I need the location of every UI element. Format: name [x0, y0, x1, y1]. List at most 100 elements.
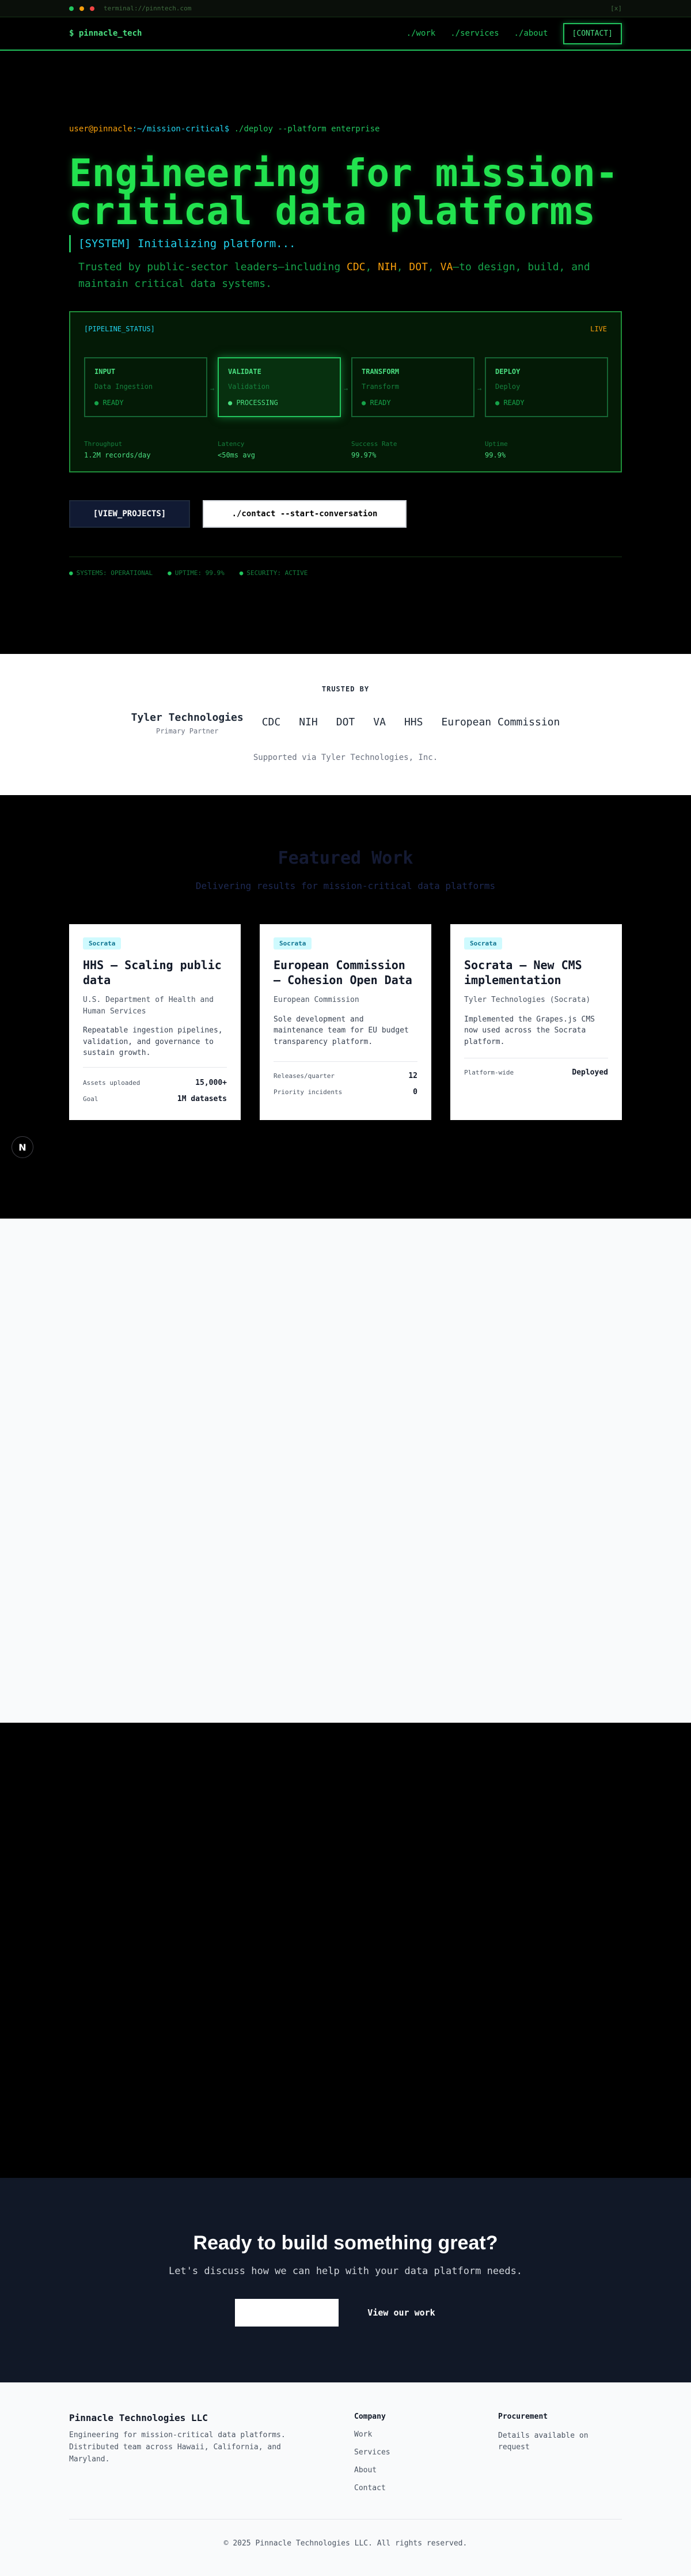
trusted-org: DOT [409, 261, 428, 273]
metric-value: 1.2M records/day [84, 451, 151, 459]
pipeline-stage-input: INPUT Data Ingestion ● READY [84, 357, 207, 417]
project-stat: Releases/quarter 12 [274, 1072, 417, 1080]
project-org: Tyler Technologies (Socrata) [464, 996, 591, 1004]
stage-name: TRANSFORM [362, 368, 400, 376]
cta-subtitle: Let's discuss how we can help with your … [168, 2265, 523, 2277]
procurement-text: Details available on request [498, 2431, 589, 2452]
project-org: European Commission [274, 996, 359, 1004]
metric-label: Success Rate [351, 440, 397, 448]
stat-value: 1M datasets [177, 1095, 227, 1103]
divider [274, 1061, 417, 1062]
pipeline-stage-deploy: DEPLOY Deploy ● READY [485, 357, 608, 417]
hero-trusted-text: Trusted by public-sector leaders—includi… [78, 261, 590, 290]
trusted-heading: TRUSTED BY [321, 685, 370, 693]
terminal-url: terminal://pinntech.com [104, 5, 192, 12]
project-desc: Implemented the Grapes.js CMS now used a… [464, 1015, 595, 1046]
empty-section-light [0, 1219, 691, 1723]
project-title: European Commission — Cohesion Open Data [274, 958, 412, 987]
nav-link-services[interactable]: ./services [450, 29, 499, 38]
contact-button[interactable]: [CONTACT] [563, 22, 622, 44]
prompt-command: ./deploy --platform enterprise [229, 124, 380, 134]
footer-description: Engineering for mission-critical data pl… [69, 2431, 286, 2464]
footer-link-services[interactable]: Services [354, 2448, 390, 2457]
arrow-icon: → [477, 385, 482, 393]
trusted-prefix: Trusted by public-sector leaders—includi… [78, 261, 347, 273]
cta-title: Ready to build something great? [193, 2232, 498, 2254]
metric-uptime: Uptime 99.9% [485, 440, 608, 459]
metric-success-rate: Success Rate 99.97% [351, 440, 474, 459]
stat-label: Assets uploaded [83, 1079, 141, 1087]
empty-section-dark [0, 1723, 691, 2178]
start-conversation-button[interactable]: ./contact --start-conversation [203, 500, 407, 528]
stat-label: Goal [83, 1095, 98, 1103]
close-icon[interactable]: [x] [610, 5, 622, 12]
footer-procurement-column: Procurement Details available on request [498, 2412, 613, 2453]
pipeline-status-panel: [PIPELINE_STATUS] LIVE INPUT Data Ingest… [69, 311, 622, 472]
brand-logo[interactable]: $ pinnacle_tech [69, 29, 142, 38]
stage-desc: Transform [362, 383, 400, 391]
featured-title: Featured Work [278, 848, 413, 868]
copyright: © 2025 Pinnacle Technologies LLC. All ri… [223, 2539, 468, 2548]
featured-work-section: Featured Work Delivering results for mis… [0, 795, 691, 1219]
terminal-bar: terminal://pinntech.com [x] [0, 0, 691, 17]
stage-desc: Validation [228, 383, 270, 391]
yellow-dot-icon [79, 6, 84, 11]
view-work-link[interactable]: View our work [352, 2299, 450, 2327]
metric-value: 99.97% [351, 451, 377, 459]
status-item: SYSTEMS: OPERATIONAL [69, 569, 153, 577]
project-card-european-commission[interactable]: Socrata European Commission — Cohesion O… [260, 924, 431, 1120]
project-org: U.S. Department of Health and Human Serv… [83, 996, 214, 1016]
metric-label: Latency [218, 440, 245, 448]
pipeline-stage-validate: VALIDATE Validation ● PROCESSING [218, 357, 341, 417]
project-stat: Platform-wide Deployed [464, 1068, 608, 1077]
trusted-org: CDC [347, 261, 366, 273]
stage-state: ● READY [362, 399, 391, 407]
project-stat: Priority incidents 0 [274, 1088, 417, 1096]
partner-european-commission: European Commission [441, 716, 560, 728]
project-desc: Sole development and maintenance team fo… [274, 1015, 409, 1046]
terminal-prompt: user@pinnacle:~/mission-critical$ ./depl… [69, 124, 379, 134]
footer-heading: Company [354, 2412, 386, 2421]
stat-label: Releases/quarter [274, 1072, 335, 1080]
stat-value: Deployed [572, 1068, 608, 1077]
status-item: SECURITY: ACTIVE [240, 569, 307, 577]
pipeline-label: [PIPELINE_STATUS] [84, 325, 155, 333]
red-dot-icon [90, 6, 94, 11]
partner-dot: DOT [336, 716, 355, 728]
footer-link-work[interactable]: Work [354, 2430, 390, 2439]
project-stat: Assets uploaded 15,000+ [83, 1079, 227, 1087]
footer-link-contact[interactable]: Contact [354, 2484, 390, 2492]
system-line: [SYSTEM] Initializing platform... [69, 235, 296, 252]
stage-state: ● PROCESSING [228, 399, 278, 407]
footer-link-about[interactable]: About [354, 2466, 390, 2475]
stage-desc: Deploy [495, 383, 521, 391]
stage-name: INPUT [94, 368, 116, 376]
partner-name: Tyler Technologies [131, 712, 244, 724]
live-badge: LIVE [590, 325, 607, 333]
nextjs-devtools-icon[interactable]: N [12, 1136, 33, 1158]
stat-value: 12 [408, 1072, 417, 1080]
metric-value: <50ms avg [218, 451, 256, 459]
project-desc: Repeatable ingestion pipelines, validati… [83, 1026, 223, 1057]
featured-subtitle: Delivering results for mission-critical … [195, 880, 496, 891]
status-item: UPTIME: 99.9% [168, 569, 225, 577]
metric-label: Throughput [84, 440, 123, 448]
cta-section: Ready to build something great? Let's di… [0, 2178, 691, 2382]
view-projects-button[interactable]: [VIEW_PROJECTS] [69, 500, 190, 528]
partner-cdc: CDC [261, 716, 281, 728]
partner-nih: NIH [299, 716, 318, 728]
project-card-hhs[interactable]: Socrata HHS — Scaling public data U.S. D… [69, 924, 241, 1120]
stage-state: ● READY [94, 399, 124, 407]
hero-title: Engineering for mission-critical data pl… [69, 151, 618, 233]
divider [83, 1067, 227, 1068]
nav-link-about[interactable]: ./about [514, 29, 548, 38]
project-stat: Goal 1M datasets [83, 1095, 227, 1103]
stage-desc: Data Ingestion [94, 383, 153, 391]
cta-primary-button[interactable] [235, 2299, 339, 2327]
stage-name: VALIDATE [228, 368, 261, 376]
project-card-socrata-cms[interactable]: Socrata Socrata — New CMS implementation… [450, 924, 622, 1120]
divider [69, 2519, 622, 2520]
nav-link-work[interactable]: ./work [407, 29, 436, 38]
trusted-support-note: Supported via Tyler Technologies, Inc. [253, 753, 438, 762]
stage-name: DEPLOY [495, 368, 521, 376]
